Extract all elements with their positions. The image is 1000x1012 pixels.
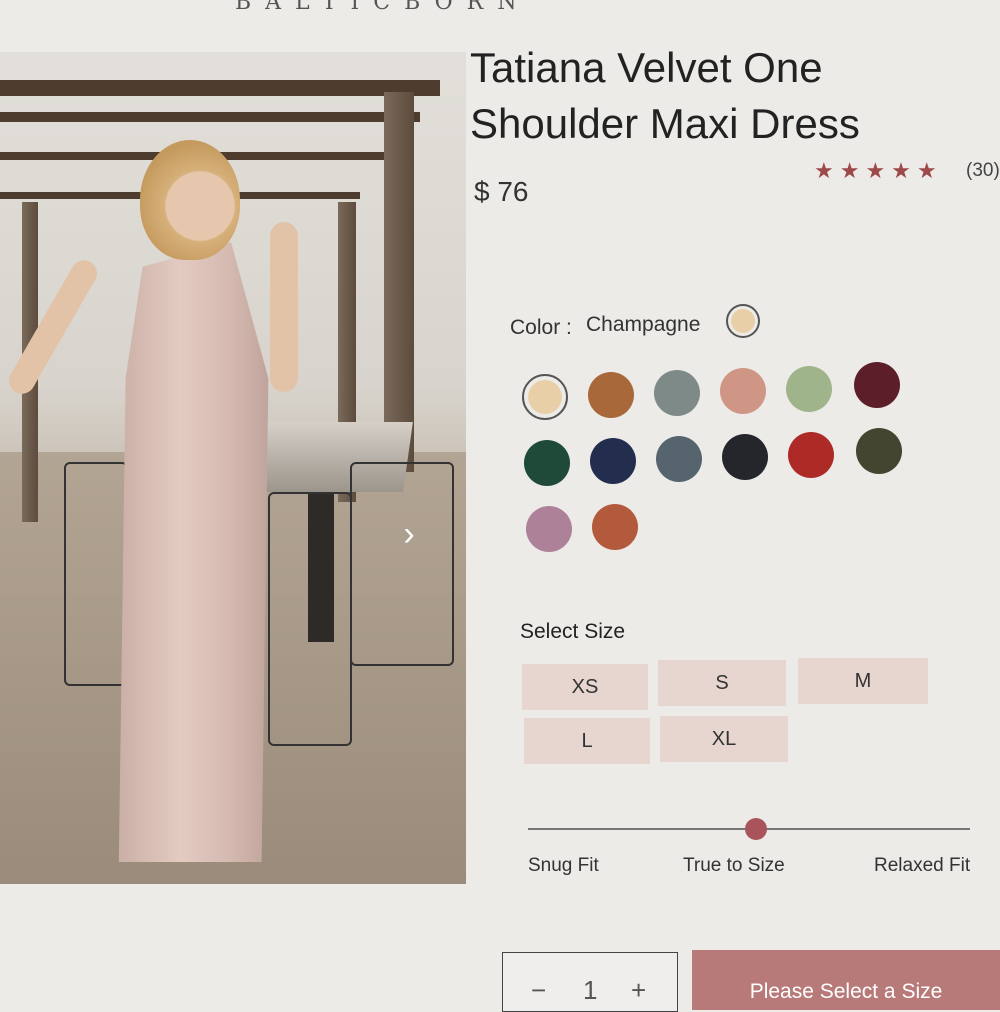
color-swatch-mauve[interactable] bbox=[526, 506, 572, 552]
model-head bbox=[140, 140, 240, 260]
color-swatch-sage[interactable] bbox=[786, 366, 832, 412]
chair bbox=[64, 462, 128, 686]
increase-quantity-button[interactable]: + bbox=[631, 975, 646, 1006]
color-swatch-blue-grey[interactable] bbox=[656, 436, 702, 482]
decrease-quantity-button[interactable]: − bbox=[531, 975, 546, 1006]
color-swatch-burgundy[interactable] bbox=[854, 362, 900, 408]
fit-label-true: True to Size bbox=[683, 855, 785, 876]
add-to-cart-button[interactable]: Please Select a Size bbox=[692, 950, 1000, 1010]
model-arm bbox=[270, 222, 298, 392]
color-swatch-champagne[interactable] bbox=[522, 374, 568, 420]
chair bbox=[268, 492, 352, 746]
color-label: Color : bbox=[510, 316, 572, 339]
size-option-m[interactable]: M bbox=[798, 658, 928, 704]
color-swatch-dusty-rose[interactable] bbox=[720, 368, 766, 414]
product-photo[interactable]: › bbox=[0, 52, 466, 884]
review-count[interactable]: (30) bbox=[966, 160, 1000, 182]
model-dress bbox=[118, 242, 269, 862]
color-swatch-rust-brown[interactable] bbox=[588, 372, 634, 418]
size-option-xl[interactable]: XL bbox=[660, 716, 788, 762]
fit-label-relaxed: Relaxed Fit bbox=[874, 855, 971, 876]
select-size-label: Select Size bbox=[520, 620, 626, 643]
star-rating[interactable]: ★★★★★ bbox=[814, 158, 943, 184]
product-title-line-1: Tatiana Velvet One bbox=[470, 44, 823, 91]
selected-color-swatch bbox=[726, 304, 760, 338]
quantity-value[interactable]: 1 bbox=[583, 975, 597, 1006]
size-option-xs[interactable]: XS bbox=[522, 664, 648, 710]
pergola-beam bbox=[0, 112, 420, 122]
brand-logo[interactable]: BALTICBORN bbox=[235, 0, 655, 16]
color-swatch-olive[interactable] bbox=[856, 428, 902, 474]
color-swatch-navy[interactable] bbox=[590, 438, 636, 484]
chevron-right-icon[interactable]: › bbox=[392, 514, 426, 554]
color-swatch-terracotta[interactable] bbox=[592, 504, 638, 550]
product-title: Tatiana Velvet One Shoulder Maxi Dress bbox=[470, 40, 990, 152]
size-option-l[interactable]: L bbox=[524, 718, 650, 764]
pergola-beam bbox=[0, 80, 440, 96]
fit-scale-indicator bbox=[745, 818, 767, 840]
product-price: $ 76 bbox=[474, 176, 529, 207]
product-title-line-2: Shoulder Maxi Dress bbox=[470, 100, 860, 147]
color-swatch-black[interactable] bbox=[722, 434, 768, 480]
chair bbox=[350, 462, 454, 666]
fit-label-snug: Snug Fit bbox=[528, 855, 599, 876]
quantity-stepper: − 1 + bbox=[502, 952, 678, 1012]
color-swatch-emerald[interactable] bbox=[524, 440, 570, 486]
size-option-s[interactable]: S bbox=[658, 660, 786, 706]
color-swatch-slate-grey[interactable] bbox=[654, 370, 700, 416]
model-arm bbox=[4, 255, 102, 399]
color-swatch-red[interactable] bbox=[788, 432, 834, 478]
pergola-post bbox=[384, 92, 414, 472]
selected-color-name: Champagne bbox=[586, 313, 701, 336]
